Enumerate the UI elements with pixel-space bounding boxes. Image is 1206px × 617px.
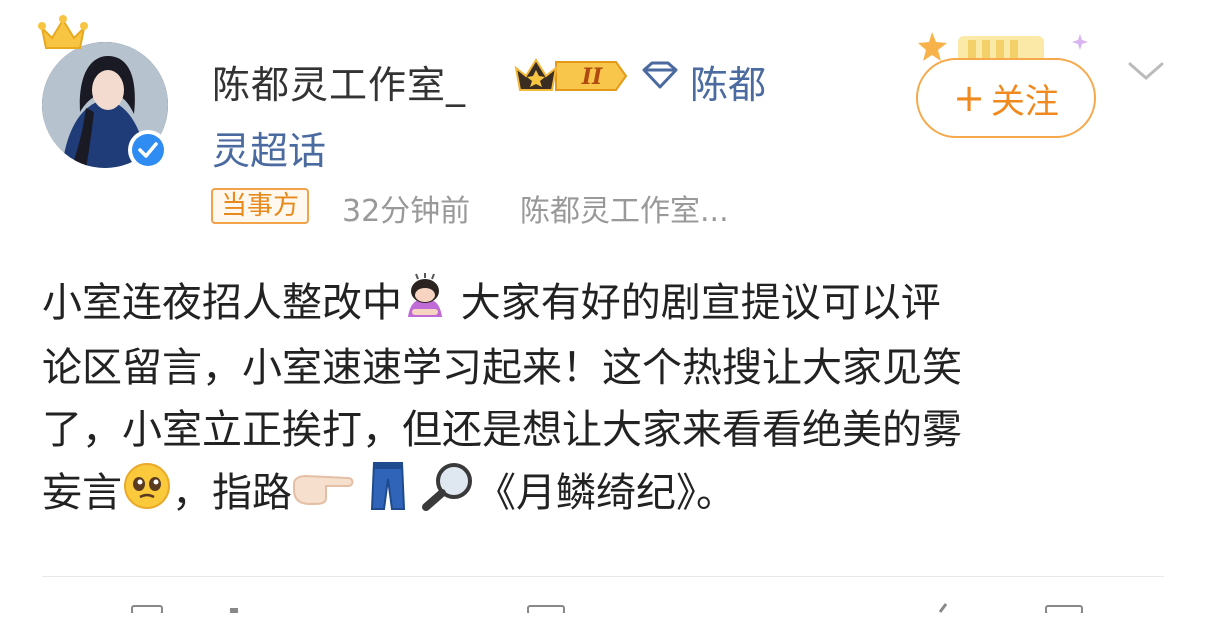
magnifying-glass-emoji <box>422 461 476 529</box>
post-content: 小室连夜招人整改中 大家有好的剧宣提议可以评 论区留言，小室速速学习起来！这个热… <box>42 272 1162 529</box>
follow-label: 关注 <box>990 81 1059 122</box>
chevron-down-icon[interactable] <box>1126 56 1166 90</box>
supertopic-link-continued[interactable]: 灵超话 <box>212 120 326 175</box>
follow-button[interactable]: + 关注 <box>916 58 1096 138</box>
username[interactable]: 陈都灵工作室_ <box>212 54 466 109</box>
pleading-face-emoji <box>122 461 172 529</box>
jeans-emoji <box>370 461 406 529</box>
pointing-right-emoji <box>292 464 354 526</box>
supertopic-diamond-icon <box>640 60 680 94</box>
supertopic-link[interactable]: 陈都 <box>690 54 766 109</box>
post-line-1: 小室连夜招人整改中 大家有好的剧宣提议可以评 <box>42 272 1162 337</box>
action-bar-partial <box>0 596 1206 615</box>
post-time: 32分钟前 <box>342 194 471 229</box>
post-line-2: 论区留言，小室速速学习起来！这个热搜让大家见笑 <box>42 345 962 391</box>
verified-icon <box>128 130 168 170</box>
plus-icon: + <box>953 76 985 120</box>
post-line-4: 妄言 ，指路 《月鳞绮纪》。 <box>42 461 1162 529</box>
post-source: 陈都灵工作室... <box>520 194 729 229</box>
vip-crown-badge-icon[interactable]: II <box>512 56 628 100</box>
party-badge: 当事方 <box>211 188 310 224</box>
post-line-3: 了，小室立正挨打，但还是想让大家来看看绝美的雾 <box>42 407 962 453</box>
person-bowing-emoji <box>402 273 448 337</box>
crown-icon <box>36 14 90 58</box>
divider <box>42 576 1164 577</box>
svg-text:II: II <box>581 64 603 90</box>
